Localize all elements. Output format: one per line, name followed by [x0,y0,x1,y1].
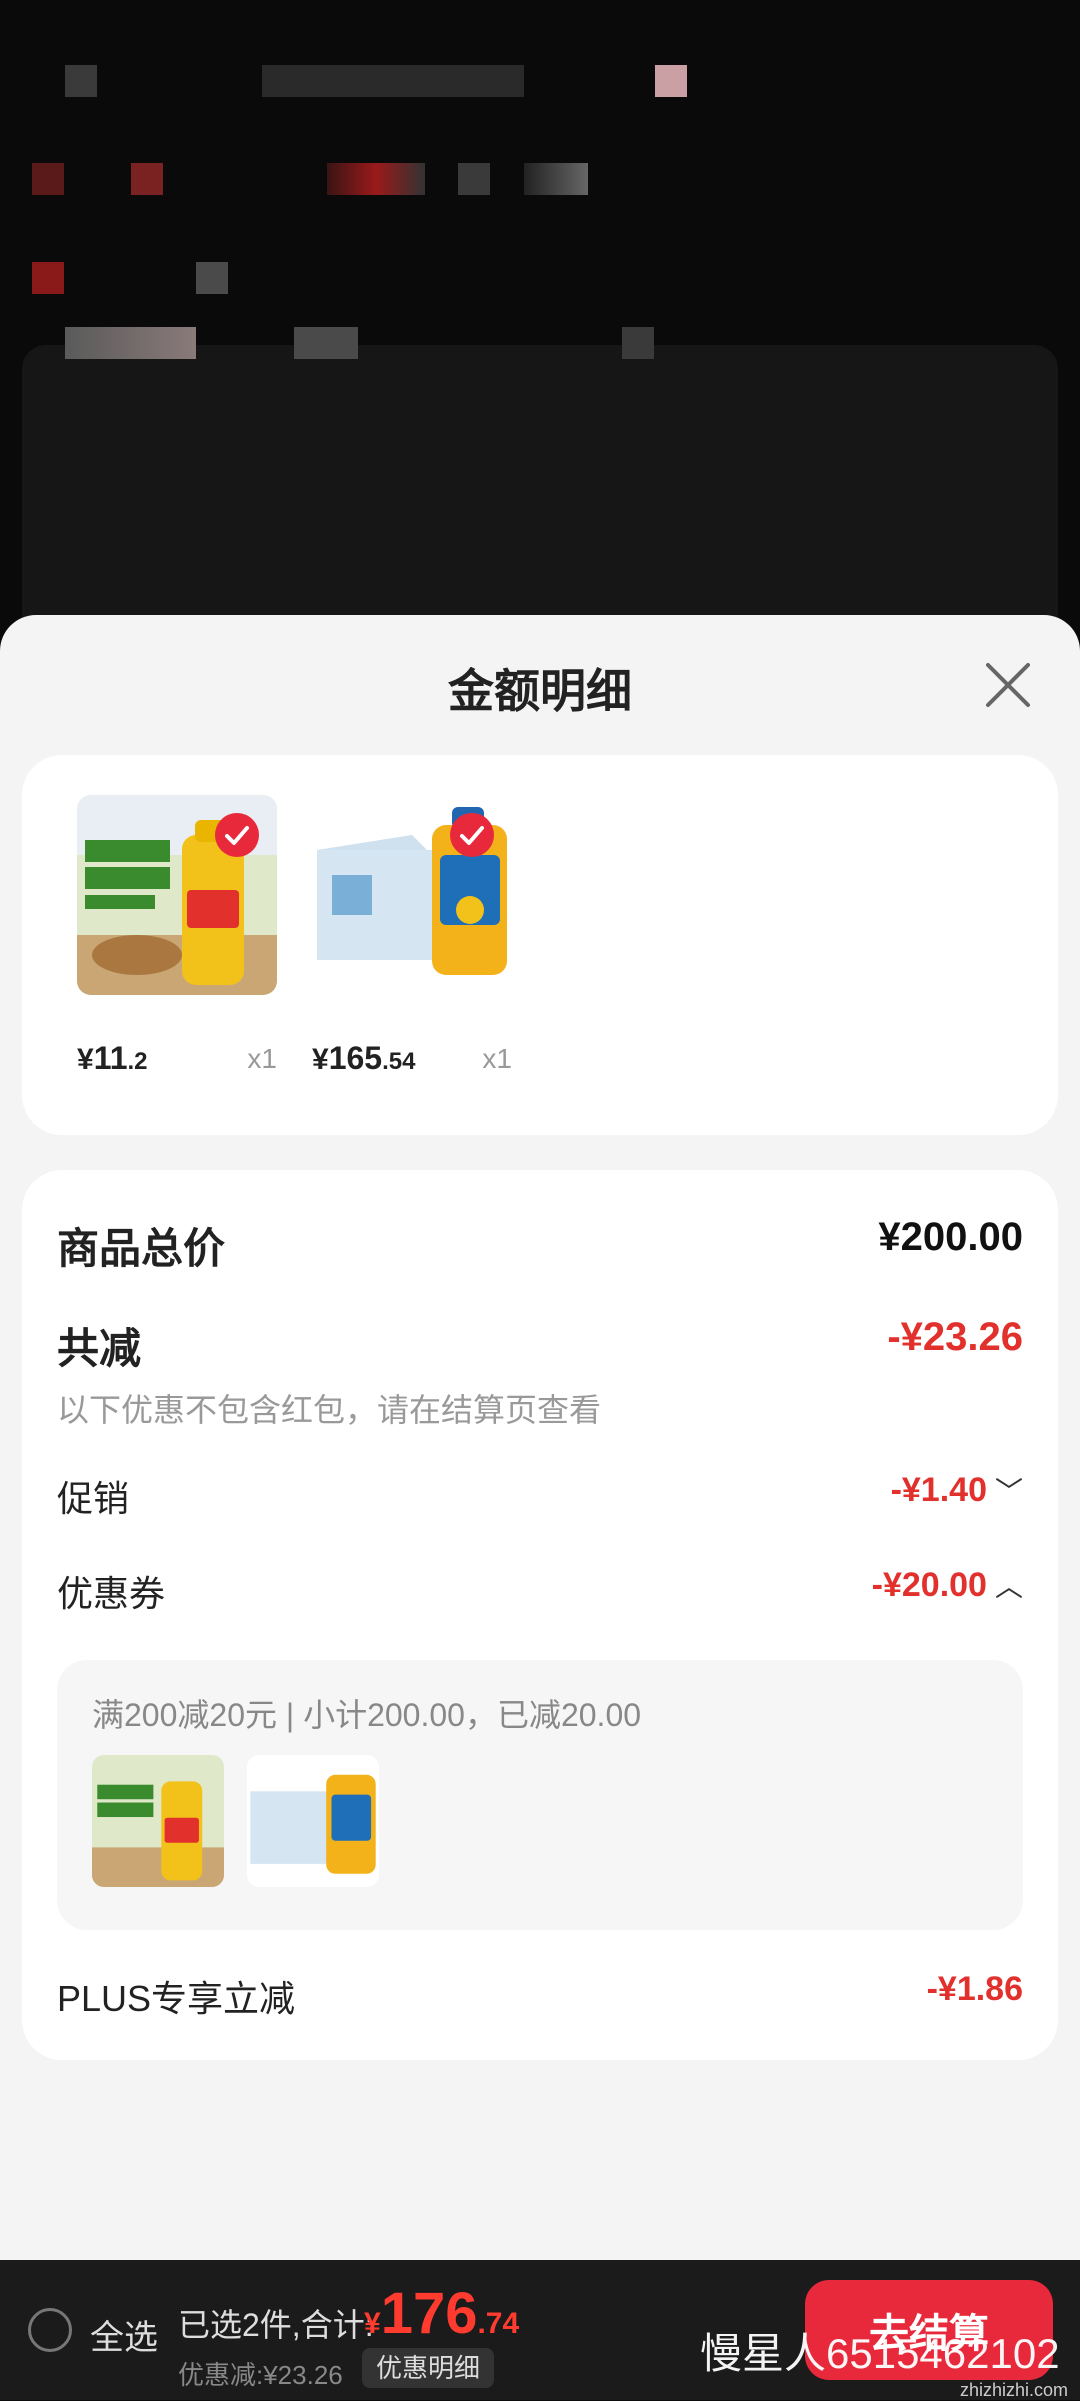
close-icon[interactable] [980,657,1036,713]
coupon-product-thumb [92,1755,224,1887]
total-price-label: 商品总价 [57,1225,226,1272]
blurred-text [65,327,196,359]
plus-value: -¥1.86 [926,1970,1023,2008]
chevron-down-icon[interactable]: ﹀ [995,1470,1023,1510]
plus-label: PLUS专享立减 [57,1978,296,2019]
coupon-label: 优惠券 [57,1573,166,1614]
blurred-store-icon [32,262,64,294]
blurred-store-name [196,262,228,294]
coupon-detail-text: 满200减20元 | 小计200.00，已减20.00 [92,1697,642,1733]
total-amount: ¥176.74 [364,2281,520,2346]
blurred-icon [655,65,687,97]
promo-label: 促销 [57,1478,130,1519]
coupon-row[interactable]: 优惠券 -¥20.00 ︿ [57,1565,1023,1615]
saved-amount: 优惠减:¥23.26 [178,2360,343,2390]
blurred-icon [32,163,64,195]
blurred-icon [131,163,163,195]
total-price-row: 商品总价 ¥200.00 [57,1215,1023,1275]
select-all-radio[interactable] [28,2308,72,2352]
blurred-tab [458,163,490,195]
product-price: ¥165.54 [312,1040,416,1076]
blurred-tab [327,163,425,195]
checked-icon [215,813,259,857]
reduce-note-row: 以下优惠不包含红包，请在结算页查看 [57,1385,1023,1429]
blurred-icon [65,65,97,97]
product-quantity: x1 [247,1043,277,1074]
watermark-site: zhizhizhi.com [959,2380,1068,2400]
product-quantity: x1 [482,1043,512,1074]
blurred-title [262,65,524,97]
amount-detail-sheet: 金额明细 ¥11.2 x1 ¥165.54 x1 商品总价 ¥200.00 共减… [0,615,1080,2260]
promo-value[interactable]: -¥1.40 ﹀ [891,1470,1023,1510]
coupon-detail-box: 满200减20元 | 小计200.00，已减20.00 [57,1660,1023,1930]
selected-count: 已选2件,合计: [178,2307,374,2343]
product-image-oil-box [312,795,512,995]
blurred-icon [622,327,654,359]
plus-row: PLUS专享立减 -¥1.86 [57,1970,1023,2020]
coupon-value[interactable]: -¥20.00 ︿ [872,1565,1023,1605]
total-price-value: ¥200.00 [878,1215,1023,1259]
promo-row[interactable]: 促销 -¥1.40 ﹀ [57,1470,1023,1520]
discount-detail-button[interactable]: 优惠明细 [362,2348,495,2388]
total-reduce-label: 共减 [57,1325,142,1372]
chevron-up-icon[interactable]: ︿ [995,1565,1023,1605]
blurred-tab [524,163,588,195]
product-image-oil-bottle [77,795,277,995]
total-reduce-value: -¥23.26 [887,1315,1023,1359]
selected-products-card: ¥11.2 x1 ¥165.54 x1 [22,755,1058,1135]
checkout-bar: 全选 已选2件,合计: ¥176.74 优惠减:¥23.26 优惠明细 去结算 … [0,2260,1080,2400]
total-reduce-row: 共减 -¥23.26 [57,1315,1023,1375]
checked-icon [450,813,494,857]
select-all-label[interactable]: 全选 [90,2310,158,2359]
watermark: 慢星人6515462102 [700,2330,1060,2377]
background-page [0,0,1080,700]
blurred-text [294,327,358,359]
price-summary-card: 商品总价 ¥200.00 共减 -¥23.26 以下优惠不包含红包，请在结算页查… [22,1170,1058,2060]
reduce-note: 以下优惠不包含红包，请在结算页查看 [57,1392,602,1428]
sheet-title: 金额明细 [448,665,632,717]
product-price: ¥11.2 [77,1040,148,1076]
blurred-store-card [22,345,1058,645]
coupon-product-thumb [247,1755,379,1887]
